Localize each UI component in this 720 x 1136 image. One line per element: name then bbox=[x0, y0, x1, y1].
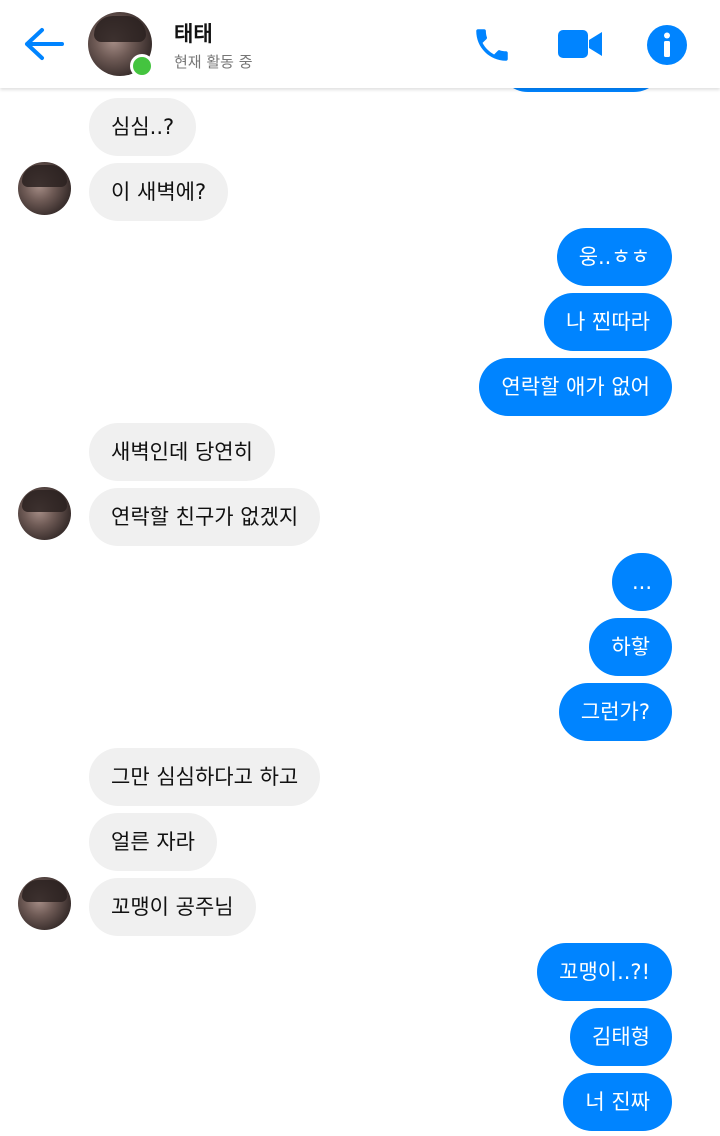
chat-header: 태태 현재 활동 중 bbox=[0, 0, 720, 88]
incoming-message[interactable]: 이 새벽에? bbox=[89, 163, 229, 221]
incoming-message[interactable]: 연락할 친구가 없겠지 bbox=[89, 488, 321, 546]
incoming-message[interactable]: 얼른 자라 bbox=[89, 813, 217, 871]
outgoing-message[interactable]: 너 진짜 bbox=[563, 1073, 672, 1131]
incoming-message[interactable]: 심심..? bbox=[89, 98, 197, 156]
outgoing-message[interactable]: 나 찐따라 bbox=[544, 293, 672, 351]
incoming-message[interactable]: 새벽인데 당연히 bbox=[89, 423, 275, 481]
outgoing-message[interactable]: ... bbox=[611, 553, 672, 611]
phone-icon[interactable] bbox=[470, 24, 514, 66]
incoming-message[interactable]: 그만 심심하다고 하고 bbox=[89, 748, 321, 806]
outgoing-message[interactable]: 그런가? bbox=[558, 683, 672, 741]
message-list[interactable]: 심심..? 이 새벽에? 웅..ㅎㅎ 나 찐따라 연락할 애가 없어 새벽인데 … bbox=[0, 0, 720, 1136]
outgoing-message[interactable]: 웅..ㅎㅎ bbox=[556, 228, 672, 286]
contact-avatar[interactable] bbox=[18, 877, 71, 930]
contact-avatar[interactable] bbox=[18, 487, 71, 540]
outgoing-message[interactable]: 김태형 bbox=[570, 1008, 672, 1066]
incoming-message[interactable]: 꼬맹이 공주님 bbox=[89, 878, 256, 936]
online-status-dot bbox=[130, 54, 154, 78]
outgoing-message[interactable]: 꼬맹이..?! bbox=[537, 943, 672, 1001]
outgoing-message[interactable]: 하핳 bbox=[589, 618, 672, 676]
video-camera-icon[interactable] bbox=[556, 24, 604, 64]
header-avatar[interactable] bbox=[88, 12, 154, 78]
active-status: 현재 활동 중 bbox=[174, 53, 253, 71]
outgoing-message[interactable]: 연락할 애가 없어 bbox=[479, 358, 672, 416]
back-arrow-icon[interactable] bbox=[22, 26, 66, 62]
contact-name[interactable]: 태태 bbox=[174, 18, 213, 48]
info-icon[interactable] bbox=[646, 24, 688, 66]
contact-avatar[interactable] bbox=[18, 162, 71, 215]
